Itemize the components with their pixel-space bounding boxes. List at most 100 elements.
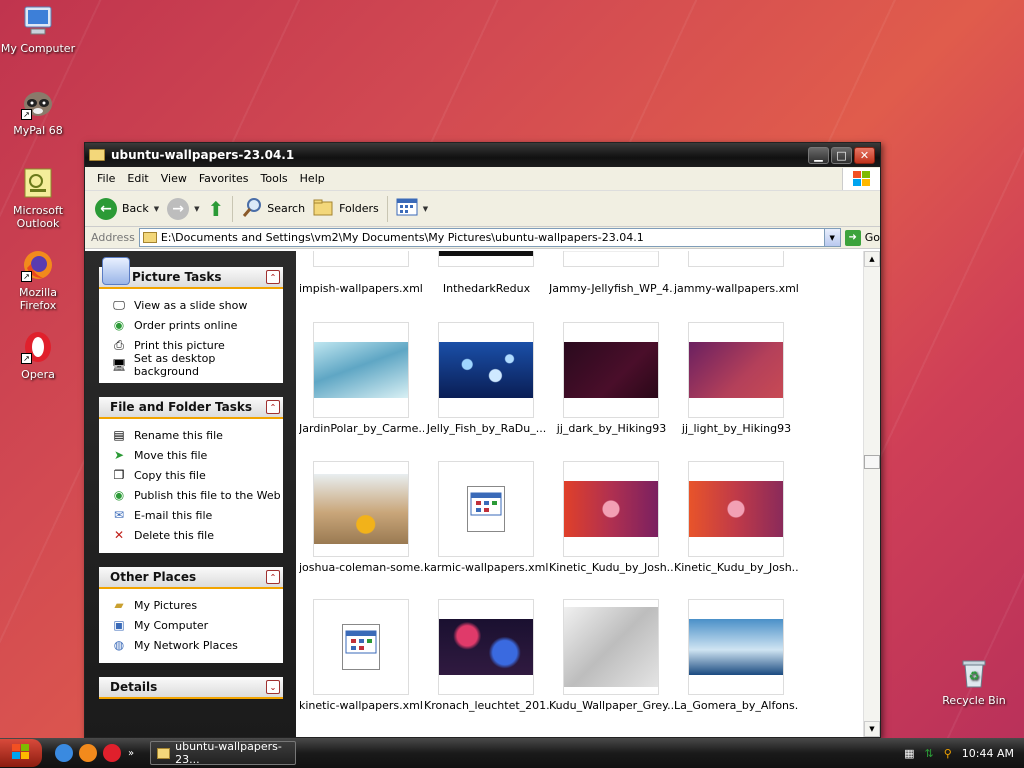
up-arrow-icon: ⬆	[207, 196, 225, 221]
address-dropdown-button[interactable]: ▼	[823, 229, 840, 246]
vertical-scrollbar[interactable]: ▲ ▼	[863, 251, 880, 737]
other-places-panel: Other Places ⌃ ▰ My Pictures ▣ My Computer…	[99, 567, 283, 663]
file-name[interactable]: Kudu_Wallpaper_Grey...	[549, 699, 674, 712]
scroll-thumb[interactable]	[864, 455, 880, 469]
firefox-icon[interactable]	[79, 744, 97, 762]
scroll-up-button[interactable]: ▲	[864, 251, 880, 267]
internet-explorer-icon[interactable]	[55, 744, 73, 762]
task-set-background[interactable]: 🖥 Set as desktop background	[99, 352, 283, 378]
keyboard-icon[interactable]: ▦	[904, 747, 914, 760]
other-places-header[interactable]: Other Places ⌃	[99, 567, 283, 589]
desktop-icon-label: MyPal 68	[13, 124, 63, 137]
file-name[interactable]: Kinetic_Kudu_by_Josh...	[674, 561, 799, 574]
desktop-icon-mypal[interactable]: ↗ MyPal 68	[0, 86, 76, 137]
search-icon[interactable]: ⚲	[944, 747, 952, 760]
collapse-icon[interactable]: ⌃	[266, 570, 280, 584]
file-thumbnail[interactable]	[563, 599, 659, 695]
chevron-down-icon: ▼	[194, 204, 200, 213]
collapse-icon[interactable]: ⌃	[266, 270, 280, 284]
taskbar-item-explorer[interactable]: ubuntu-wallpapers-23...	[150, 740, 297, 766]
folders-button[interactable]: Folders	[309, 195, 383, 223]
file-name[interactable]: jj_light_by_Hiking93	[674, 422, 799, 435]
desktop-icon-outlook[interactable]: Microsoft Outlook	[0, 166, 76, 230]
place-my-computer[interactable]: ▣ My Computer	[99, 615, 283, 635]
file-name[interactable]: Jelly_Fish_by_RaDu_...	[424, 422, 549, 435]
menu-tools[interactable]: Tools	[255, 172, 294, 185]
start-button[interactable]	[0, 739, 42, 767]
task-delete[interactable]: ✕ Delete this file	[99, 525, 283, 545]
file-thumbnail[interactable]	[563, 322, 659, 418]
task-email[interactable]: ✉ E-mail this file	[99, 505, 283, 525]
explorer-window: ubuntu-wallpapers-23.04.1 ▁ □ ✕ File Edi…	[84, 142, 881, 738]
task-slideshow[interactable]: 🖵 View as a slide show	[99, 295, 283, 315]
menu-favorites[interactable]: Favorites	[193, 172, 255, 185]
place-my-network[interactable]: ◍ My Network Places	[99, 635, 283, 655]
minimize-button[interactable]: ▁	[808, 146, 829, 164]
file-name[interactable]: kinetic-wallpapers.xml.in	[299, 699, 424, 712]
forward-button[interactable]: → ▼	[163, 195, 203, 223]
back-button[interactable]: ← Back ▼	[91, 195, 163, 223]
file-thumbnail[interactable]	[313, 322, 409, 418]
file-name[interactable]: joshua-coleman-some...	[299, 561, 424, 574]
menu-help[interactable]: Help	[294, 172, 331, 185]
picture-tasks-header[interactable]: Picture Tasks ⌃	[99, 257, 283, 289]
task-move[interactable]: ➤ Move this file	[99, 445, 283, 465]
file-thumbnail[interactable]	[688, 461, 784, 557]
desktop-icon-firefox[interactable]: ↗ Mozilla Firefox	[0, 248, 76, 312]
file-name[interactable]: karmic-wallpapers.xml.in	[424, 561, 549, 574]
file-name[interactable]: Jammy-Jellyfish_WP_4...	[549, 282, 674, 295]
clock[interactable]: 10:44 AM	[962, 747, 1014, 760]
place-my-pictures[interactable]: ▰ My Pictures	[99, 595, 283, 615]
go-button[interactable]: ➜ Go	[844, 229, 880, 246]
file-thumbnail[interactable]	[438, 251, 534, 267]
file-name[interactable]: jj_dark_by_Hiking93	[549, 422, 674, 435]
scroll-down-button[interactable]: ▼	[864, 721, 880, 737]
file-name[interactable]: Kinetic_Kudu_by_Josh...	[549, 561, 674, 574]
opera-icon[interactable]	[103, 744, 121, 762]
file-thumbnail[interactable]	[438, 599, 534, 695]
file-name[interactable]: impish-wallpapers.xml.in	[299, 282, 424, 295]
network-status-icon[interactable]: ⇅	[925, 747, 934, 760]
menu-bar: File Edit View Favorites Tools Help	[85, 167, 880, 191]
desktop-icon-recycle-bin[interactable]: ♻ Recycle Bin	[936, 656, 1012, 707]
xml-file-icon[interactable]	[313, 599, 409, 695]
address-label: Address	[91, 231, 135, 244]
expand-icon[interactable]: ⌄	[266, 680, 280, 694]
details-header[interactable]: Details ⌄	[99, 677, 283, 699]
toolbar-separator	[232, 195, 234, 222]
address-input[interactable]: E:\Documents and Settings\vm2\My Documen…	[138, 228, 841, 247]
file-thumbnail[interactable]	[563, 251, 659, 267]
search-button[interactable]: Search	[237, 195, 309, 223]
file-name[interactable]: InthedarkRedux	[424, 282, 549, 295]
task-rename[interactable]: ▤ Rename this file	[99, 425, 283, 445]
file-thumbnail[interactable]	[688, 599, 784, 695]
task-order-prints[interactable]: ◉ Order prints online	[99, 315, 283, 335]
desktop-icon-my-computer[interactable]: My Computer	[0, 4, 76, 55]
folders-icon	[313, 197, 335, 220]
title-bar[interactable]: ubuntu-wallpapers-23.04.1 ▁ □ ✕	[85, 143, 880, 167]
file-folder-tasks-header[interactable]: File and Folder Tasks ⌃	[99, 397, 283, 419]
file-name[interactable]: La_Gomera_by_Alfons...	[674, 699, 799, 712]
file-thumbnail[interactable]	[688, 251, 784, 267]
collapse-icon[interactable]: ⌃	[266, 400, 280, 414]
task-copy[interactable]: ❐ Copy this file	[99, 465, 283, 485]
file-name[interactable]: jammy-wallpapers.xml.in	[674, 282, 799, 295]
up-folder-button[interactable]: ⬆	[204, 195, 229, 223]
menu-edit[interactable]: Edit	[121, 172, 154, 185]
file-name[interactable]: JardinPolar_by_Carme...	[299, 422, 424, 435]
menu-file[interactable]: File	[91, 172, 121, 185]
file-thumbnail[interactable]	[563, 461, 659, 557]
desktop-icon-opera[interactable]: ↗ Opera	[0, 330, 76, 381]
maximize-button[interactable]: □	[831, 146, 852, 164]
views-button[interactable]: ▼	[392, 195, 432, 223]
quick-launch-overflow-icon[interactable]: »	[128, 748, 134, 759]
file-thumbnail[interactable]	[688, 322, 784, 418]
xml-file-icon[interactable]	[438, 461, 534, 557]
file-thumbnail[interactable]	[438, 322, 534, 418]
task-publish[interactable]: ◉ Publish this file to the Web	[99, 485, 283, 505]
file-thumbnail[interactable]	[313, 461, 409, 557]
menu-view[interactable]: View	[155, 172, 193, 185]
close-button[interactable]: ✕	[854, 146, 875, 164]
file-thumbnail[interactable]	[313, 251, 409, 267]
file-name[interactable]: Kronach_leuchtet_201...	[424, 699, 549, 712]
